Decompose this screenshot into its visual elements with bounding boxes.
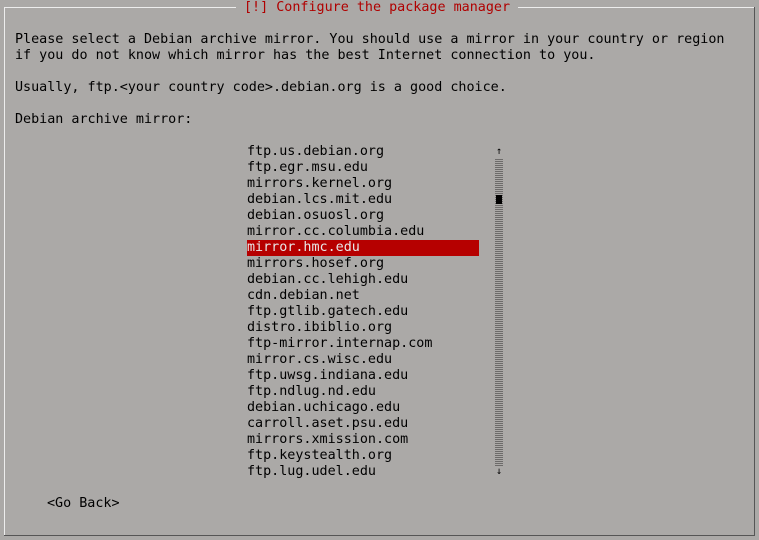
scroll-track[interactable] [495,158,503,466]
description-line-2: if you do not know which mirror has the … [15,48,596,63]
list-item[interactable]: ftp-mirror.internap.com [247,336,479,352]
go-back-button[interactable]: <Go Back> [47,496,120,512]
dialog-border-right [754,7,755,536]
dialog-title: [!] Configure the package manager [236,0,519,16]
list-item[interactable]: debian.uchicago.edu [247,400,479,416]
list-item[interactable]: carroll.aset.psu.edu [247,416,479,432]
list-item[interactable]: mirror.cc.columbia.edu [247,224,479,240]
list-scrollbar[interactable]: ↑ ↓ [495,144,503,480]
mirror-list[interactable]: ftp.us.debian.org ftp.egr.msu.edu mirrors.… [247,144,479,480]
scroll-up-arrow-icon[interactable]: ↑ [495,146,503,158]
description-line-1: Please select a Debian archive mirror. Y… [15,32,725,47]
list-item[interactable]: debian.cc.lehigh.edu [247,272,479,288]
list-item-selected[interactable]: mirror.hmc.edu [247,240,479,256]
dialog-border-bottom [4,535,755,536]
list-item[interactable]: distro.ibiblio.org [247,320,479,336]
installer-screen: [!] Configure the package manager Please… [0,0,759,540]
mirror-prompt: Debian archive mirror: [15,112,193,127]
list-item[interactable]: debian.osuosl.org [247,208,479,224]
list-item[interactable]: cdn.debian.net [247,288,479,304]
dialog-border-left [4,7,5,536]
list-item[interactable]: mirrors.kernel.org [247,176,479,192]
scroll-down-arrow-icon[interactable]: ↓ [495,466,503,478]
list-item[interactable]: ftp.uwsg.indiana.edu [247,368,479,384]
scroll-thumb[interactable] [496,195,502,204]
list-item[interactable]: ftp.us.debian.org [247,144,479,160]
list-item[interactable]: ftp.gtlib.gatech.edu [247,304,479,320]
list-item[interactable]: debian.lcs.mit.edu [247,192,479,208]
list-item[interactable]: ftp.lug.udel.edu [247,464,479,480]
list-item[interactable]: mirrors.hosef.org [247,256,479,272]
list-item[interactable]: ftp.keystealth.org [247,448,479,464]
list-item[interactable]: mirrors.xmission.com [247,432,479,448]
hint-text: Usually, ftp.<your country code>.debian.… [15,80,507,95]
list-item[interactable]: ftp.ndlug.nd.edu [247,384,479,400]
list-item[interactable]: mirror.cs.wisc.edu [247,352,479,368]
list-item[interactable]: ftp.egr.msu.edu [247,160,479,176]
